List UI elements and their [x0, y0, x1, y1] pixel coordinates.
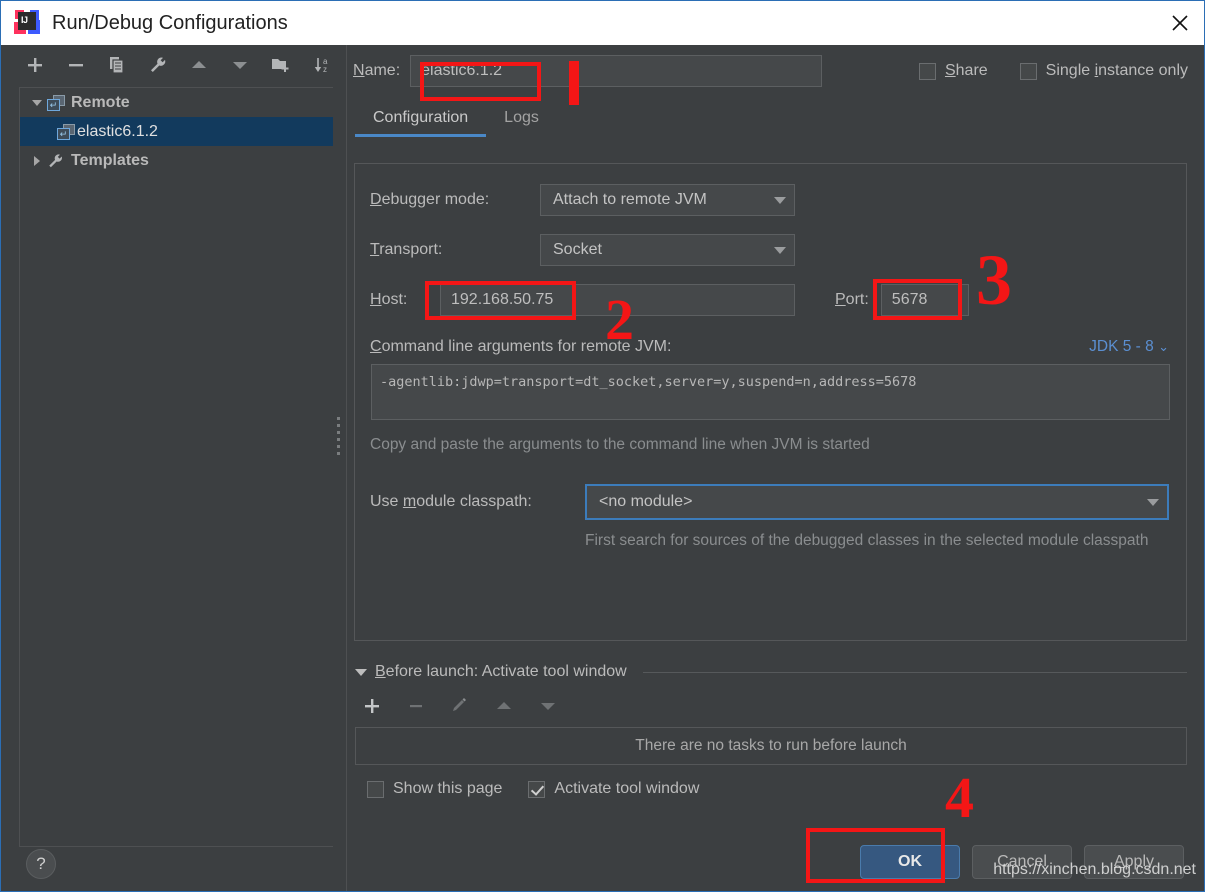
module-classpath-hint: First search for sources of the debugged…: [585, 532, 1149, 549]
before-launch-task-list[interactable]: There are no tasks to run before launch: [355, 727, 1187, 765]
show-this-page-label: Show this page: [393, 780, 503, 797]
jdk-selector[interactable]: JDK 5 - 8 ⌄: [1089, 338, 1169, 356]
before-launch-empty-text: There are no tasks to run before launch: [635, 737, 907, 754]
tab-configuration[interactable]: Configuration: [355, 105, 487, 137]
cancel-button[interactable]: Cancel: [972, 845, 1072, 879]
checkbox-box[interactable]: [528, 780, 546, 798]
command-line-hint: Copy and paste the arguments to the comm…: [370, 436, 870, 453]
pencil-icon: [449, 695, 471, 717]
transport-row: Transport: Socket: [355, 234, 1186, 266]
dialog-content: a z ↵ Remote ↵ elastic6.1.2 Templates ? …: [1, 45, 1204, 891]
share-checkbox[interactable]: Share: [918, 62, 988, 80]
title-bar: IJ Run/Debug Configurations: [1, 1, 1204, 46]
remove-configuration-button[interactable]: [66, 54, 85, 76]
single-instance-checkbox[interactable]: Single instance only: [1019, 62, 1188, 80]
tree-item-templates[interactable]: Templates: [20, 146, 333, 175]
module-classpath-value: <no module>: [599, 493, 693, 510]
transport-label: Transport:: [370, 241, 443, 258]
remote-config-icon: ↵: [57, 123, 75, 140]
chevron-down-icon: [774, 196, 786, 204]
tab-logs[interactable]: Logs: [486, 105, 557, 137]
configuration-panel: Debugger mode: Attach to remote JVM Tran…: [354, 163, 1187, 641]
run-debug-configurations-dialog: IJ Run/Debug Configurations a z ↵ Remote…: [0, 0, 1205, 892]
share-options: Share Single instance only: [918, 62, 1204, 80]
add-configuration-button[interactable]: [25, 54, 44, 76]
module-classpath-combo[interactable]: <no module>: [585, 484, 1169, 520]
configurations-tree-panel: a z ↵ Remote ↵ elastic6.1.2 Templates ?: [1, 45, 333, 891]
command-line-label: Command line arguments for remote JVM:: [370, 338, 672, 355]
chevron-down-icon: [774, 246, 786, 254]
dialog-buttons: OK Cancel Apply: [860, 845, 1184, 879]
command-line-arguments-textarea[interactable]: -agentlib:jdwp=transport=dt_socket,serve…: [371, 364, 1170, 420]
splitter-handle[interactable]: [337, 417, 341, 459]
tree-item-remote[interactable]: ↵ Remote: [20, 88, 333, 117]
move-task-down-button: [537, 695, 559, 717]
configurations-tree[interactable]: ↵ Remote ↵ elastic6.1.2 Templates: [19, 87, 333, 847]
single-instance-label: Single instance only: [1045, 62, 1188, 79]
chevron-down-icon: [1147, 498, 1159, 506]
add-task-button[interactable]: [361, 695, 383, 717]
wrench-icon[interactable]: [148, 54, 167, 76]
arrow-down-icon[interactable]: [230, 54, 249, 76]
arrow-up-icon[interactable]: [189, 54, 208, 76]
debugger-mode-label: Debugger mode:: [370, 191, 490, 208]
host-value: 192.168.50.75: [451, 291, 554, 308]
tree-toolbar: a z: [1, 45, 333, 85]
command-line-header: Command line arguments for remote JVM: J…: [355, 338, 1186, 356]
tree-item-label: Templates: [71, 151, 149, 169]
transport-combo[interactable]: Socket: [540, 234, 795, 266]
expand-arrow-right-icon[interactable]: [27, 155, 47, 167]
activate-tool-window-label: Activate tool window: [554, 780, 700, 797]
collapse-arrow-icon[interactable]: [355, 668, 367, 676]
debugger-mode-value: Attach to remote JVM: [553, 191, 707, 208]
module-classpath-label: Use module classpath:: [370, 493, 532, 510]
remote-config-icon: ↵: [47, 94, 65, 111]
port-input[interactable]: 5678: [880, 284, 969, 316]
window-title: Run/Debug Configurations: [52, 11, 288, 34]
copy-configuration-button[interactable]: [107, 54, 126, 76]
host-input[interactable]: 192.168.50.75: [440, 284, 795, 316]
editor-tabs: Configuration Logs: [347, 97, 1204, 137]
host-port-row: Host: 192.168.50.75 Port: 5678: [355, 284, 1186, 316]
transport-value: Socket: [553, 241, 602, 258]
tree-item-label: Remote: [71, 93, 130, 111]
debugger-mode-combo[interactable]: Attach to remote JVM: [540, 184, 795, 216]
sort-az-icon[interactable]: a z: [313, 54, 333, 76]
checkbox-box[interactable]: [918, 62, 936, 80]
command-line-hint-row: Copy and paste the arguments to the comm…: [355, 436, 1186, 454]
configuration-editor-panel: Name: Share Single instance only Configu…: [347, 45, 1204, 891]
move-task-up-button: [493, 695, 515, 717]
name-label: Name:: [353, 62, 401, 79]
wrench-icon: [47, 153, 65, 169]
share-label: Share: [944, 62, 988, 79]
panel-splitter[interactable]: [333, 45, 345, 891]
show-this-page-checkbox[interactable]: Show this page: [367, 780, 502, 798]
port-value: 5678: [891, 291, 928, 308]
header-rule: [642, 671, 1187, 673]
before-launch-checkboxes: Show this page Activate tool window: [367, 780, 699, 798]
ok-button[interactable]: OK: [860, 845, 960, 879]
expand-arrow-down-icon[interactable]: [27, 97, 47, 109]
debugger-mode-row: Debugger mode: Attach to remote JVM: [355, 184, 1186, 216]
checkbox-box[interactable]: [367, 780, 384, 798]
tree-item-elastic[interactable]: ↵ elastic6.1.2: [20, 117, 333, 146]
close-icon[interactable]: [1156, 1, 1204, 44]
help-button[interactable]: ?: [26, 849, 56, 879]
before-launch-toolbar: [361, 695, 559, 717]
checkbox-box[interactable]: [1019, 62, 1037, 80]
module-classpath-row: Use module classpath: <no module>: [355, 484, 1186, 520]
new-folder-icon[interactable]: [271, 54, 291, 76]
tree-item-label: elastic6.1.2: [77, 122, 158, 140]
before-launch-title: BBefore launch: Activate tool windowefor…: [375, 663, 627, 680]
svg-text:z: z: [323, 65, 327, 74]
name-input[interactable]: [410, 55, 823, 87]
name-row: Name: Share Single instance only: [347, 45, 1204, 97]
port-label: Port:: [835, 291, 869, 308]
apply-button[interactable]: Apply: [1084, 845, 1184, 879]
host-label: Host:: [370, 291, 408, 308]
before-launch-header: BBefore launch: Activate tool windowefor…: [355, 663, 1187, 681]
activate-tool-window-checkbox[interactable]: Activate tool window: [528, 780, 699, 798]
intellij-idea-logo-icon: IJ: [14, 10, 40, 36]
remove-task-button: [405, 695, 427, 717]
